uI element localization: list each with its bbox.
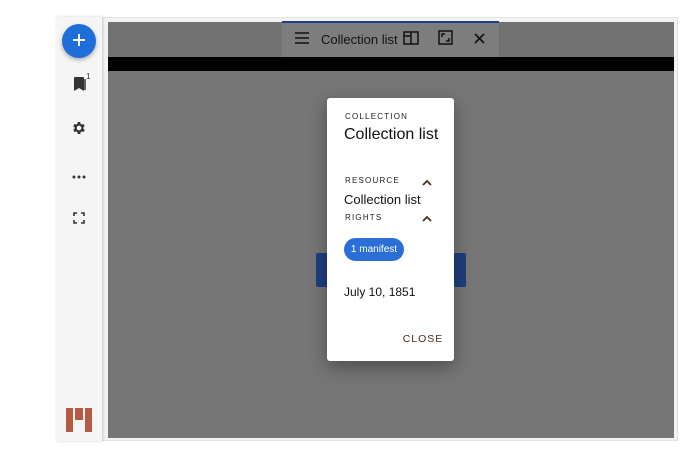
dialog-title: Collection list — [344, 126, 439, 143]
close-dialog-button[interactable]: CLOSE — [400, 330, 446, 348]
maximize-window-button[interactable] — [435, 30, 455, 50]
window-title: Collection list — [321, 32, 398, 47]
resource-overline: RESOURCE — [345, 176, 400, 185]
close-window-button[interactable] — [469, 30, 489, 50]
maximize-icon — [437, 30, 453, 50]
collection-overline: COLLECTION — [345, 112, 409, 121]
close-icon — [473, 31, 485, 49]
rights-overline: RIGHTS — [345, 213, 383, 222]
chevron-up-icon — [422, 173, 432, 191]
split-view-icon — [403, 30, 419, 50]
background-button-right-edge — [454, 253, 466, 287]
resource-collapse-button[interactable] — [420, 175, 434, 189]
chip-label: 1 manifest — [350, 244, 398, 255]
resource-value: Collection list — [344, 192, 421, 207]
menu-button[interactable] — [292, 30, 312, 50]
close-button-label: CLOSE — [402, 333, 444, 345]
fullscreen-button[interactable] — [66, 207, 92, 233]
rights-collapse-button[interactable] — [420, 211, 434, 225]
mirador-logo-icon — [66, 408, 92, 437]
fullscreen-icon — [73, 211, 85, 229]
gear-icon — [71, 120, 87, 141]
window-count-badge: 1 — [86, 72, 91, 81]
date-value: July 10, 1851 — [344, 285, 416, 299]
chevron-up-icon — [422, 209, 432, 227]
plus-icon — [72, 30, 86, 53]
settings-button[interactable] — [66, 117, 92, 143]
toggle-sidebar-button[interactable] — [401, 30, 421, 50]
more-horizontal-icon — [72, 166, 86, 184]
add-resource-button[interactable] — [62, 24, 96, 58]
manifest-count-chip[interactable]: 1 manifest — [344, 238, 404, 261]
canvas-navigation-bar — [108, 57, 674, 71]
bookmark-stack-icon — [71, 75, 87, 98]
menu-icon — [295, 31, 309, 49]
more-options-button[interactable] — [66, 162, 92, 188]
